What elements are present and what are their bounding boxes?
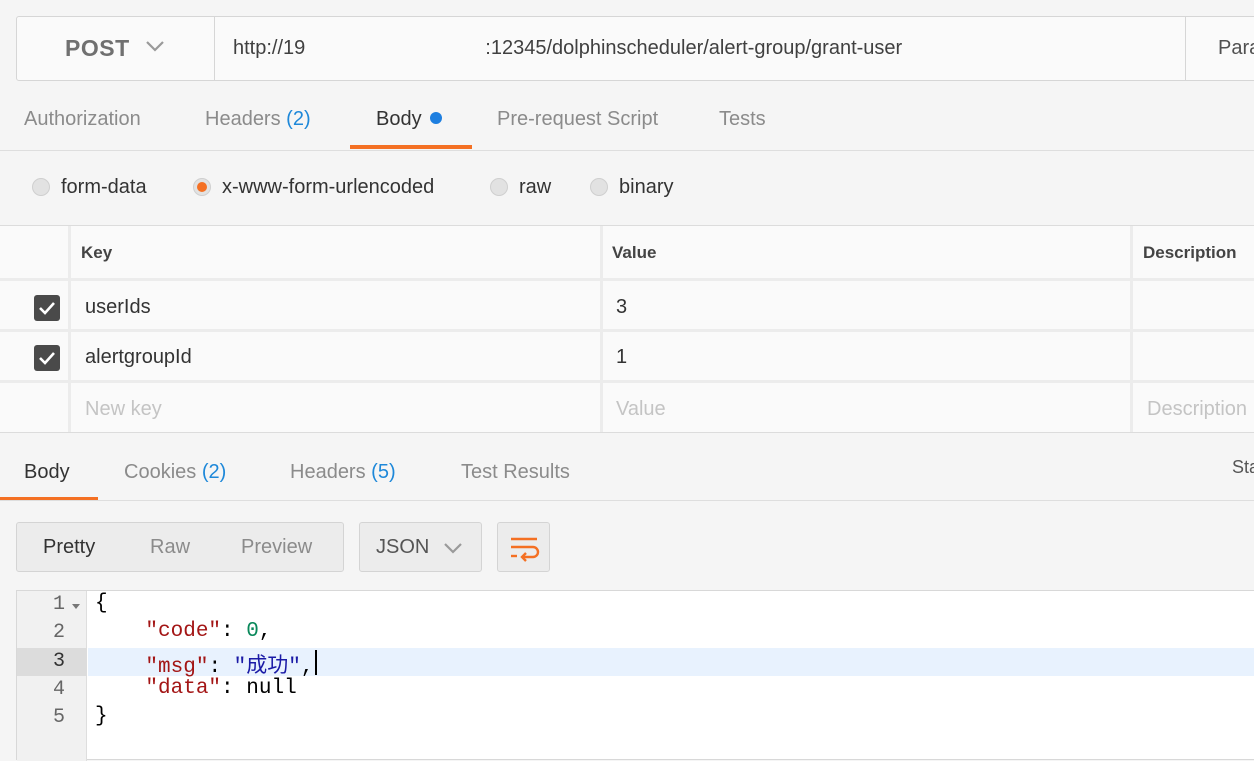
view-raw-button[interactable]: Raw bbox=[150, 523, 190, 571]
code-line: "code": 0, bbox=[145, 620, 272, 643]
response-tab-body[interactable]: Body bbox=[24, 461, 70, 491]
row-divider bbox=[0, 380, 1254, 383]
text-cursor bbox=[315, 650, 317, 675]
wrap-lines-button[interactable] bbox=[497, 522, 550, 572]
radio-label: form-data bbox=[61, 175, 147, 198]
radio-form-data[interactable]: form-data bbox=[32, 174, 147, 200]
checkmark-icon bbox=[39, 352, 55, 365]
tab-label: Tests bbox=[719, 108, 766, 130]
code-line: "msg": "成功", bbox=[145, 656, 314, 679]
tab-pre-request-script[interactable]: Pre-request Script bbox=[497, 108, 658, 138]
radio-raw[interactable]: raw bbox=[490, 174, 551, 200]
divider bbox=[0, 150, 1254, 151]
tab-tests[interactable]: Tests bbox=[719, 108, 766, 138]
redaction-mask bbox=[325, 51, 457, 69]
param-value-cell[interactable]: 1 bbox=[616, 346, 627, 369]
radio-label: x-www-form-urlencoded bbox=[222, 175, 435, 198]
line-number: 1 bbox=[52, 593, 65, 616]
params-table: Key Value Description userIds 3 alertgro… bbox=[0, 225, 1254, 433]
new-description-input[interactable]: Description bbox=[1147, 398, 1247, 421]
divider bbox=[0, 500, 1254, 501]
tab-label: Pre-request Script bbox=[497, 108, 659, 130]
row-checkbox[interactable] bbox=[34, 295, 60, 321]
view-pretty-button[interactable]: Pretty bbox=[43, 523, 95, 571]
checkmark-icon bbox=[39, 302, 55, 315]
fold-arrow-icon[interactable] bbox=[71, 603, 81, 611]
tab-authorization[interactable]: Authorization bbox=[24, 108, 141, 138]
chevron-down-icon bbox=[444, 543, 462, 554]
modified-dot-icon bbox=[429, 112, 442, 124]
tab-label: Test Results bbox=[461, 461, 570, 483]
json-value: "成功" bbox=[233, 656, 301, 679]
radio-circle-icon bbox=[590, 178, 608, 196]
tab-count: (5) bbox=[371, 461, 396, 483]
tab-body[interactable]: Body bbox=[376, 108, 442, 138]
code-line: { bbox=[95, 592, 108, 615]
view-mode-selector: Pretty Raw Preview bbox=[16, 522, 344, 572]
method-dropdown[interactable]: POST bbox=[17, 17, 215, 80]
param-key-cell[interactable]: userIds bbox=[85, 296, 151, 319]
radio-binary[interactable]: binary bbox=[590, 174, 673, 200]
tab-label: Headers bbox=[290, 461, 366, 483]
tab-headers[interactable]: Headers (2) bbox=[205, 108, 311, 138]
radio-label: raw bbox=[519, 175, 552, 198]
radio-selected-icon bbox=[193, 178, 211, 196]
tab-label: Body bbox=[376, 108, 422, 130]
column-header-description: Description bbox=[1143, 243, 1237, 262]
response-tab-headers[interactable]: Headers (5) bbox=[290, 461, 396, 491]
line-number: 2 bbox=[52, 621, 65, 644]
radio-circle-icon bbox=[490, 178, 508, 196]
json-value: null bbox=[246, 677, 297, 700]
json-key: "code" bbox=[145, 620, 222, 643]
code-line: } bbox=[95, 705, 108, 728]
tab-count: (2) bbox=[201, 461, 227, 483]
params-button[interactable]: Para bbox=[1185, 17, 1254, 80]
radio-label: binary bbox=[619, 175, 674, 198]
param-key-cell[interactable]: alertgroupId bbox=[85, 346, 192, 369]
tab-label: Cookies bbox=[124, 461, 197, 483]
radio-circle-icon bbox=[32, 178, 50, 196]
tab-label: Headers bbox=[205, 108, 281, 130]
line-number: 4 bbox=[52, 678, 65, 701]
response-body-viewer[interactable]: 1 2 3 4 5 { "code": 0, "msg": "成功", "dat… bbox=[16, 590, 1254, 761]
new-key-input[interactable]: New key bbox=[85, 398, 162, 421]
url-input[interactable]: http://19 :12345/dolphinscheduler/alert-… bbox=[233, 17, 902, 80]
chevron-down-icon bbox=[146, 41, 164, 52]
active-tab-indicator bbox=[350, 145, 472, 149]
row-divider bbox=[0, 329, 1254, 332]
format-dropdown[interactable]: JSON bbox=[359, 522, 482, 572]
status-label: Sta bbox=[1232, 457, 1254, 477]
new-value-input[interactable]: Value bbox=[616, 398, 666, 421]
url-bar: POST http://19 :12345/dolphinscheduler/a… bbox=[16, 16, 1254, 81]
tab-label: Authorization bbox=[24, 108, 141, 130]
line-number: 3 bbox=[52, 650, 65, 673]
wrap-lines-icon bbox=[511, 537, 540, 562]
param-value-cell[interactable]: 3 bbox=[616, 296, 627, 319]
radio-x-www-form-urlencoded[interactable]: x-www-form-urlencoded bbox=[193, 174, 434, 200]
method-label: POST bbox=[65, 35, 130, 61]
json-value: 0 bbox=[246, 620, 259, 643]
view-preview-button[interactable]: Preview bbox=[241, 523, 312, 571]
format-label: JSON bbox=[376, 535, 430, 558]
row-divider bbox=[0, 278, 1254, 281]
line-number: 5 bbox=[52, 706, 65, 729]
column-header-key: Key bbox=[81, 243, 113, 262]
row-checkbox[interactable] bbox=[34, 345, 60, 371]
line-number-gutter bbox=[17, 591, 87, 761]
column-header-value: Value bbox=[612, 243, 657, 262]
tab-count: (2) bbox=[286, 108, 311, 130]
response-tab-cookies[interactable]: Cookies (2) bbox=[124, 461, 226, 491]
response-tab-test-results[interactable]: Test Results bbox=[461, 461, 570, 491]
json-key: "data" bbox=[145, 677, 222, 700]
code-line: "data": null bbox=[145, 677, 297, 700]
tab-label: Body bbox=[24, 461, 70, 483]
json-key: "msg" bbox=[145, 656, 209, 679]
